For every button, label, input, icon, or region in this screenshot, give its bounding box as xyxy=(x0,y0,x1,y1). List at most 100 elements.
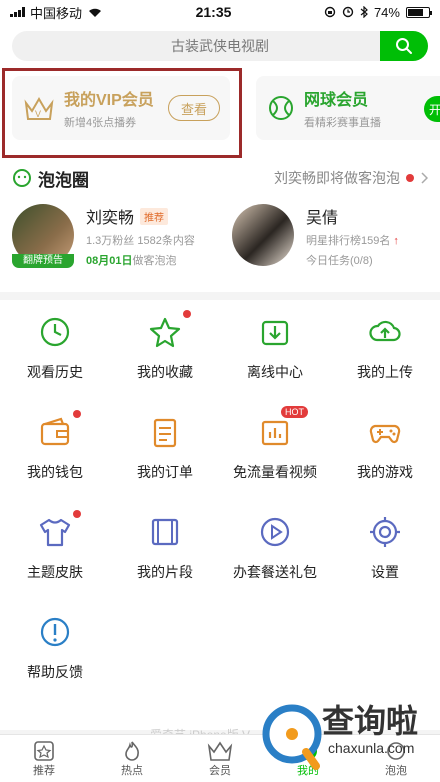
paopao-title-text: 泡泡圈 xyxy=(38,170,89,190)
film-clip-icon xyxy=(151,518,179,546)
grid-item-favorites[interactable]: 我的收藏 xyxy=(110,300,220,400)
tshirt-icon xyxy=(39,518,71,547)
star-info: 吴倩 明星排行榜159名 ↑ 今日任务(0/8) xyxy=(306,204,399,274)
status-time: 21:35 xyxy=(195,4,232,20)
watermark: 查询啦 chaxunla.com xyxy=(262,696,440,778)
settings-gear-icon xyxy=(370,517,400,547)
tab-vip[interactable]: 会员 xyxy=(176,735,264,782)
status-bar: 中国移动 21:35 74% xyxy=(0,0,440,24)
grid-label: 免流量看视频 xyxy=(233,464,317,480)
star-card-wu[interactable]: 吴倩 明星排行榜159名 ↑ 今日任务(0/8) xyxy=(232,204,399,274)
tennis-member-card[interactable]: 网球会员 看精彩赛事直播 开 xyxy=(256,76,440,140)
grid-item-help[interactable]: 帮助反馈 xyxy=(0,600,110,700)
grid-label: 我的片段 xyxy=(137,564,193,580)
tab-hot[interactable]: 热点 xyxy=(88,735,176,782)
carrier-name: 中国移动 xyxy=(30,5,83,21)
theme-dot xyxy=(73,510,81,518)
tab-label: 会员 xyxy=(209,764,231,777)
paopao-header: 泡泡圈 刘奕畅即将做客泡泡 xyxy=(12,166,428,190)
search-input[interactable]: 古装武侠电视剧 xyxy=(12,31,428,61)
grid-label: 主题皮肤 xyxy=(27,564,83,580)
grid-label: 我的收藏 xyxy=(137,364,193,380)
favorites-dot xyxy=(183,310,191,318)
paopao-notice-text: 刘奕畅即将做客泡泡 xyxy=(274,170,400,186)
favorite-icon-wrap xyxy=(147,310,191,350)
wallet-icon xyxy=(40,417,70,446)
star-rank-text: 明星排行榜159名 xyxy=(306,235,391,247)
grid-item-data-free[interactable]: HOT 免流量看视频 xyxy=(220,400,330,500)
star-name-text: 吴倩 xyxy=(306,210,339,227)
paopao-notice[interactable]: 刘奕畅即将做客泡泡 xyxy=(274,168,428,188)
bluetooth-icon xyxy=(360,6,368,18)
tennis-subtitle: 看精彩赛事直播 xyxy=(304,117,381,129)
tab-recommend[interactable]: 推荐 xyxy=(0,735,88,782)
star-name-text: 刘奕畅 xyxy=(86,210,135,227)
watermark-title: 查询啦 xyxy=(322,703,419,739)
recommend-tag: 推荐 xyxy=(140,207,169,225)
favorite-star-icon xyxy=(149,317,181,348)
star-card-liu[interactable]: 翻牌预告 刘奕畅 推荐 1.3万粉丝 1582条内容 08月01日做客泡泡 xyxy=(12,204,195,274)
grid-label: 我的钱包 xyxy=(27,464,83,480)
order-list-icon xyxy=(153,418,177,448)
search-bar: 古装武侠电视剧 xyxy=(0,24,440,68)
download-icon xyxy=(261,320,289,346)
grid-label: 我的上传 xyxy=(357,364,413,380)
grid-item-games[interactable]: 我的游戏 xyxy=(330,400,440,500)
tennis-text: 网球会员 看精彩赛事直播 xyxy=(304,86,440,130)
gamepad-icon xyxy=(369,424,401,444)
theme-icon-wrap xyxy=(37,510,81,550)
grid-label: 我的游戏 xyxy=(357,464,413,480)
rotation-lock-icon xyxy=(324,6,336,18)
recommend-icon xyxy=(34,740,54,761)
grid-item-settings[interactable]: 设置 xyxy=(330,500,440,600)
search-button[interactable] xyxy=(380,31,428,61)
feature-grid: 观看历史 我的收藏 离线中心 我的上传 我的钱包 我的订单 HOT 免流量看视频 xyxy=(0,300,440,730)
search-placeholder: 古装武侠电视剧 xyxy=(171,38,269,54)
rank-up-arrow-icon: ↑ xyxy=(393,235,399,247)
watermark-logo-icon xyxy=(262,704,322,770)
vip-highlight-frame xyxy=(2,68,242,158)
grid-item-wallet[interactable]: 我的钱包 xyxy=(0,400,110,500)
star-name: 刘奕畅 推荐 xyxy=(86,204,195,228)
grid-label: 离线中心 xyxy=(247,364,303,380)
avatar xyxy=(232,204,294,266)
data-free-video-icon xyxy=(261,420,289,446)
avatar: 翻牌预告 xyxy=(12,204,74,268)
grid-item-offline[interactable]: 离线中心 xyxy=(220,300,330,400)
grid-item-clips[interactable]: 我的片段 xyxy=(110,500,220,600)
star-info: 刘奕畅 推荐 1.3万粉丝 1582条内容 08月01日做客泡泡 xyxy=(86,204,195,274)
data-free-icon-wrap: HOT xyxy=(257,406,308,450)
hot-badge: HOT xyxy=(281,406,308,418)
paopao-title[interactable]: 泡泡圈 xyxy=(12,166,89,191)
grid-label: 帮助反馈 xyxy=(27,664,83,680)
star-task: 今日任务(0/8) xyxy=(306,255,373,267)
signal-icon xyxy=(10,7,25,17)
star-rank: 明星排行榜159名 ↑ xyxy=(306,232,399,248)
grid-item-package[interactable]: 办套餐送礼包 xyxy=(220,500,330,600)
grid-item-history[interactable]: 观看历史 xyxy=(0,300,110,400)
play-circle-icon xyxy=(260,517,290,547)
status-right: 74% xyxy=(324,4,432,20)
upload-cloud-icon xyxy=(369,320,401,342)
star-event: 08月01日做客泡泡 xyxy=(86,252,195,268)
alarm-icon xyxy=(342,6,354,18)
tab-label: 推荐 xyxy=(33,764,55,777)
vip-crown-icon xyxy=(207,741,233,761)
grid-item-theme[interactable]: 主题皮肤 xyxy=(0,500,110,600)
help-icon xyxy=(40,617,70,647)
battery-percent: 74% xyxy=(373,4,400,20)
watermark-sub: chaxunla.com xyxy=(328,740,415,756)
grid-item-upload[interactable]: 我的上传 xyxy=(330,300,440,400)
star-name: 吴倩 xyxy=(306,204,399,228)
wallet-dot xyxy=(73,410,81,418)
event-date: 08月01日 xyxy=(86,255,133,267)
paopao-section: 泡泡圈 刘奕畅即将做客泡泡 翻牌预告 刘奕畅 推荐 1.3万粉丝 1582条内容… xyxy=(0,160,440,292)
grid-item-orders[interactable]: 我的订单 xyxy=(110,400,220,500)
grid-label: 设置 xyxy=(371,564,399,580)
grid-label: 观看历史 xyxy=(27,364,83,380)
wifi-icon xyxy=(89,8,102,17)
paopao-bubble-icon xyxy=(13,169,31,187)
membership-section: V 我的VIP会员 新增4张点播券 查看 网球会员 看精彩赛事直播 开 xyxy=(0,68,440,160)
wallet-icon-wrap xyxy=(37,410,81,450)
tennis-ball-icon xyxy=(269,96,293,120)
